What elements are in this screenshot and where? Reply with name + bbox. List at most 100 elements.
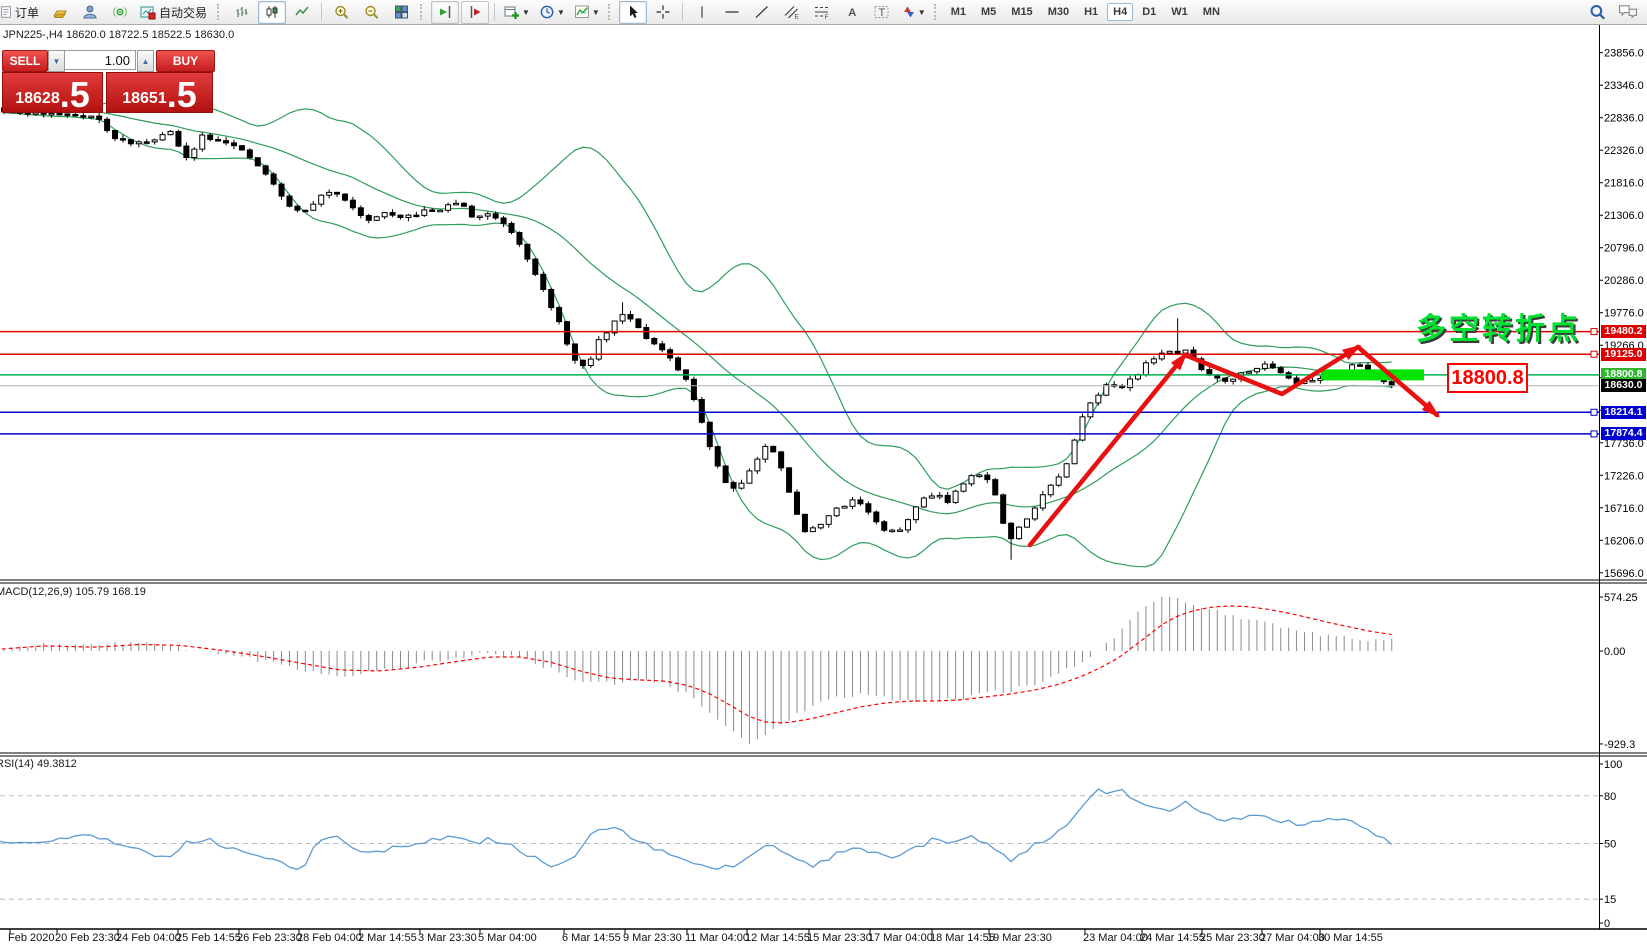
tile-windows-icon <box>394 5 408 19</box>
chat-icon[interactable] <box>1617 3 1639 21</box>
arrows-tool-button[interactable]: ▼ <box>898 1 929 24</box>
candle <box>500 217 507 224</box>
candle <box>730 482 737 489</box>
svg-text:23346.0: 23346.0 <box>1604 80 1644 92</box>
equidistant-channel-icon: E <box>784 6 800 20</box>
zoom-out-icon <box>364 5 378 19</box>
fibonacci-tool-button[interactable]: F <box>808 1 836 24</box>
toolbar-grip[interactable] <box>933 4 940 20</box>
arrows-dropdown-caret[interactable]: ▼ <box>918 8 926 17</box>
horizontal-line-tool-button[interactable] <box>718 1 746 24</box>
tile-windows-button[interactable] <box>387 1 415 24</box>
price-axis: 23856.0 23346.0 22836.0 22326.0 21816.0 21306… <box>1599 48 1644 580</box>
periods-dropdown-caret[interactable]: ▼ <box>557 8 565 17</box>
timeframe-button-h4[interactable]: H4 <box>1107 3 1134 21</box>
toolbar-grip[interactable] <box>217 4 223 20</box>
candle <box>1095 394 1102 404</box>
candle <box>651 337 658 345</box>
candle <box>1127 378 1134 389</box>
indicators-dropdown-caret[interactable]: ▼ <box>592 8 600 17</box>
vertical-line-tool-button[interactable] <box>688 1 716 24</box>
autotrading-icon <box>140 6 156 20</box>
chart-shift-button[interactable] <box>461 0 490 24</box>
candle <box>48 112 55 116</box>
price-chip-18630: 18630.0 <box>1601 379 1646 393</box>
candle <box>175 130 182 147</box>
candle <box>421 209 428 216</box>
toolbar-grip[interactable] <box>607 4 614 20</box>
line-handle[interactable] <box>1590 328 1598 336</box>
candle <box>659 343 666 351</box>
candle <box>508 222 515 233</box>
sell-button[interactable]: SELL <box>2 50 48 72</box>
timeframe-button-m30[interactable]: M30 <box>1042 3 1075 21</box>
sell-price-display[interactable]: 18628.5 <box>2 72 103 113</box>
channel-tool-button[interactable]: E <box>778 1 806 24</box>
svg-text:T: T <box>879 7 886 19</box>
macd-indicator-label: MACD(12,26,9) 105.79 168.19 <box>0 586 146 598</box>
timeframe-button-mn[interactable]: MN <box>1197 3 1226 21</box>
crosshair-tool-button[interactable] <box>649 1 677 24</box>
svg-text:100: 100 <box>1604 759 1622 771</box>
svg-text:23856.0: 23856.0 <box>1604 48 1644 60</box>
line-handle[interactable] <box>1590 408 1598 416</box>
bar-chart-mode-button[interactable] <box>228 1 256 24</box>
candle <box>183 145 190 159</box>
svg-text:50: 50 <box>1604 839 1616 851</box>
candle <box>833 507 840 517</box>
candle <box>413 214 420 218</box>
candle <box>936 494 943 498</box>
zoom-out-button[interactable] <box>357 1 385 24</box>
accounts-button[interactable] <box>76 1 104 24</box>
timeframe-button-m1[interactable]: M1 <box>945 3 972 21</box>
svg-text:20286.0: 20286.0 <box>1604 275 1644 287</box>
timeframe-button-d1[interactable]: D1 <box>1136 3 1162 21</box>
indicators-button[interactable]: ▼ <box>570 1 603 24</box>
autotrading-button[interactable]: 自动交易 <box>136 1 212 24</box>
trendline-tool-button[interactable] <box>748 1 776 24</box>
candle <box>104 118 111 132</box>
turning-point-annotation[interactable]: 多空转折点 <box>1416 304 1581 348</box>
periods-button[interactable]: ▼ <box>535 1 568 24</box>
market-depth-button[interactable] <box>46 1 74 24</box>
cursor-tool-button[interactable] <box>618 0 647 24</box>
search-icon[interactable] <box>1588 3 1607 21</box>
candle <box>112 130 119 140</box>
support-zone-bar[interactable] <box>1321 369 1424 381</box>
toolbar-grip[interactable] <box>420 4 426 20</box>
volume-input[interactable]: 1.00 <box>64 50 136 70</box>
horizontal-line-objects[interactable] <box>0 328 1599 438</box>
line-handle[interactable] <box>1590 350 1598 358</box>
line-chart-mode-button[interactable] <box>288 1 316 24</box>
new-chart-dropdown-caret[interactable]: ▼ <box>522 8 530 17</box>
candle <box>1079 416 1086 441</box>
candle <box>928 495 935 499</box>
candle-chart-mode-button[interactable] <box>258 0 287 24</box>
timeframe-button-m15[interactable]: M15 <box>1005 3 1038 21</box>
volume-increase-button[interactable]: ▲ <box>137 50 154 72</box>
candle <box>389 212 396 216</box>
candle <box>905 519 912 531</box>
auto-scroll-button[interactable] <box>431 0 460 24</box>
label-tool-button[interactable]: T <box>868 1 896 24</box>
text-tool-button[interactable]: A <box>838 1 866 24</box>
candle <box>778 451 785 469</box>
rsi-pane: 100 80 50 15 0 <box>0 759 1622 930</box>
timeframe-button-h1[interactable]: H1 <box>1078 3 1104 21</box>
chart-canvas[interactable]: 23856.0 23346.0 22836.0 22326.0 21816.0 21306… <box>0 0 1647 947</box>
new-order-button[interactable]: 订单 <box>0 1 44 24</box>
signals-button[interactable] <box>106 1 134 24</box>
candle <box>889 529 896 533</box>
timeframe-button-w1[interactable]: W1 <box>1165 3 1194 21</box>
buy-price-display[interactable]: 18651.5 <box>106 72 213 113</box>
zoom-in-button[interactable] <box>327 1 355 24</box>
candle <box>492 213 499 219</box>
timeframe-button-m5[interactable]: M5 <box>975 3 1002 21</box>
new-chart-button[interactable]: ▼ <box>500 1 533 24</box>
line-handle[interactable] <box>1590 430 1598 438</box>
price-tag-box[interactable]: 18800.8 <box>1447 363 1528 393</box>
volume-decrease-button[interactable]: ▼ <box>48 50 65 72</box>
time-axis-label: 25 Mar 23:30 <box>1200 932 1265 944</box>
buy-button[interactable]: BUY <box>156 50 215 72</box>
trendline-icon <box>755 5 768 19</box>
